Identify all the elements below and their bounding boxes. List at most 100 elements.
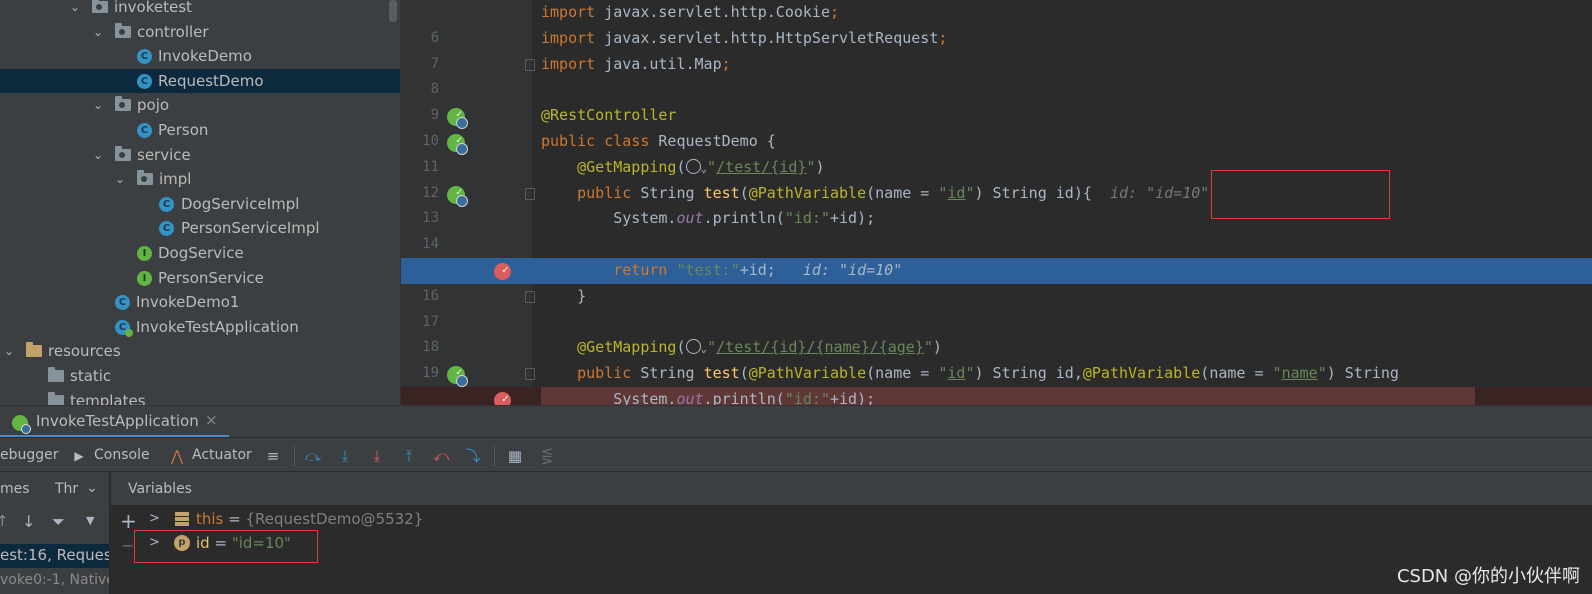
import-path: javax.servlet.http.HttpServletRequest [604,28,939,47]
tree-item-static[interactable]: static [0,364,400,389]
tree-item-label: impl [159,170,192,189]
chevron-down-icon[interactable]: ⌄ [113,167,127,192]
spring-bean-icon[interactable] [447,102,468,130]
url-path[interactable]: /test/{id}/{name}/{age} [716,338,924,356]
quote: " [707,157,717,176]
globe-icon[interactable] [685,339,701,355]
tree-item-pojo[interactable]: ⌄ pojo [0,93,400,118]
tree-item-label: resources [48,342,121,361]
spring-bean-icon[interactable] [447,128,468,155]
code-line-20[interactable]: 20 public String test(@PathVariable(name… [401,360,1592,405]
trace-stream-icon[interactable]: ⋚ [538,447,556,465]
chevron-right-icon[interactable]: > [149,507,160,531]
endpoint-icon[interactable] [447,180,468,207]
close-icon[interactable]: × [205,411,218,429]
package-icon [115,145,131,161]
tree-scrollbar[interactable] [389,0,397,22]
run-to-cursor-icon[interactable]: ⤵ [464,447,482,465]
quote: " [1317,364,1327,383]
frame-item[interactable]: voke0:-1, Native [0,572,109,588]
tab-invoketestapplication[interactable]: InvokeTestApplication × [0,406,229,438]
fold-marker-icon[interactable] [525,187,535,200]
code-line-17[interactable]: 17 } [401,284,1592,330]
tree-item-invokedemo[interactable]: C InvokeDemo [0,44,400,69]
chevron-down-icon[interactable]: ⌄ [2,339,16,364]
tree-item-resources[interactable]: ⌄ resources [0,339,400,364]
up-arrow-icon[interactable]: ↑ [0,512,9,530]
remove-watch-icon[interactable]: − [121,536,134,555]
quote: " [923,338,933,357]
down-arrow-icon[interactable]: ↓ [22,512,35,531]
tree-item-requestdemo[interactable]: C RequestDemo [0,68,400,94]
tree-item-label: service [137,145,191,164]
code-line-11[interactable]: 11 public class RequestDemo { [401,128,1592,175]
tree-item-label: invoketest [114,0,192,16]
globe-icon[interactable] [685,158,701,174]
chevron-down-icon[interactable]: ⌄ [86,480,98,496]
breakpoint-icon[interactable] [494,257,511,283]
tree-item-templates[interactable]: templates [0,389,400,405]
code-line-13[interactable]: 13 public String test(@PathVariable(name… [401,180,1592,227]
tree-item-label: DogService [158,244,244,262]
paren: ( [1200,364,1210,383]
keyword: import [541,3,596,21]
endpoint-icon[interactable] [447,360,468,388]
code-line-7[interactable]: 7 import javax.servlet.http.HttpServletR… [401,26,1592,72]
code-text: +id); [830,209,876,228]
code-line-9[interactable]: 9 [401,77,1592,123]
code-line-8[interactable]: 8 import java.util.Map; [401,52,1592,98]
tree-item-invokedemo1[interactable]: C InvokeDemo1 [0,290,400,315]
watermark: CSDN @你的小伙伴啊 [1396,566,1580,587]
force-step-into-icon[interactable]: ⤓ [368,447,386,465]
code-text: System. [613,209,677,228]
step-out-icon[interactable]: ⤒ [400,447,418,465]
tab-actuator[interactable]: Actuator [192,438,252,473]
method-name: test [703,183,740,202]
menu-lines-icon[interactable]: ≡ [264,447,282,465]
dropdown-arrow-icon[interactable]: ▼ [86,514,94,527]
code-line-19[interactable]: 19 @GetMapping(⌄"/test/{id}/{name}/{age}… [401,335,1592,381]
tree-item-person[interactable]: C Person [0,118,400,143]
code-line-16-current[interactable]: 16 return "test:"+id; id: "id=10" [401,257,1592,310]
breakpoint-icon[interactable] [494,386,511,405]
evaluate-expression-icon[interactable]: ▦ [506,447,524,465]
code-text: +id); [830,390,876,405]
code-line-15[interactable]: 15 [401,232,1592,278]
code-line-14[interactable]: 14 System.out.println("id:"+id); [401,206,1592,252]
drop-frame-icon[interactable]: ⤺ [432,447,450,465]
tree-item-invoketest[interactable]: ⌄ invoketest [0,0,400,20]
step-into-icon[interactable]: ⤓ [336,447,354,465]
tree-item-dogserviceimpl[interactable]: C DogServiceImpl [0,192,400,217]
frame-item-selected[interactable]: est:16, RequestD [0,544,109,568]
tab-frames[interactable]: mes [0,481,30,497]
tree-item-personservice[interactable]: I PersonService [0,266,400,291]
fold-marker-icon[interactable] [525,368,535,381]
tab-debugger[interactable]: ebugger [0,438,59,473]
debug-tab-bar: InvokeTestApplication × [0,405,1592,438]
tree-item-impl[interactable]: ⌄ impl [0,167,400,192]
fold-marker-icon[interactable] [525,290,535,303]
chevron-down-icon[interactable]: ⌄ [91,143,105,168]
keyword: return [613,261,668,279]
tree-item-service[interactable]: ⌄ service [0,143,400,168]
tree-item-invoketestapplication[interactable]: C InvokeTestApplication [0,315,400,340]
code-line-21-breakpoint[interactable]: 21 System.out.println("id:"+id); [401,386,1592,405]
code-line-18[interactable]: 18 [401,310,1592,355]
code-line-6[interactable]: 6 import javax.servlet.http.Cookie; [401,0,1592,46]
code-line-10[interactable]: 10 @RestController [401,102,1592,149]
code-editor[interactable]: 6 import javax.servlet.http.Cookie; 7 im… [400,0,1592,405]
tab-console[interactable]: Console [94,438,150,473]
step-over-icon[interactable]: ⤼ [304,447,322,465]
code-line-12[interactable]: 12 @GetMapping(⌄"/test/{id}") [401,155,1592,201]
fold-marker-icon[interactable] [525,58,535,71]
chevron-down-icon[interactable]: ⌄ [91,20,105,45]
tab-threads[interactable]: Thr [55,481,78,497]
chevron-down-icon[interactable]: ⌄ [91,93,105,118]
chevron-down-icon[interactable]: ⌄ [68,0,82,20]
variables-title: Variables [128,481,192,497]
tree-item-dogservice[interactable]: I DogService [0,241,400,266]
filter-icon[interactable]: ⏷ [52,512,65,532]
tree-item-controller[interactable]: ⌄ controller [0,20,400,45]
url-path[interactable]: /test/{id} [716,158,806,176]
tree-item-personserviceimpl[interactable]: C PersonServiceImpl [0,216,400,241]
